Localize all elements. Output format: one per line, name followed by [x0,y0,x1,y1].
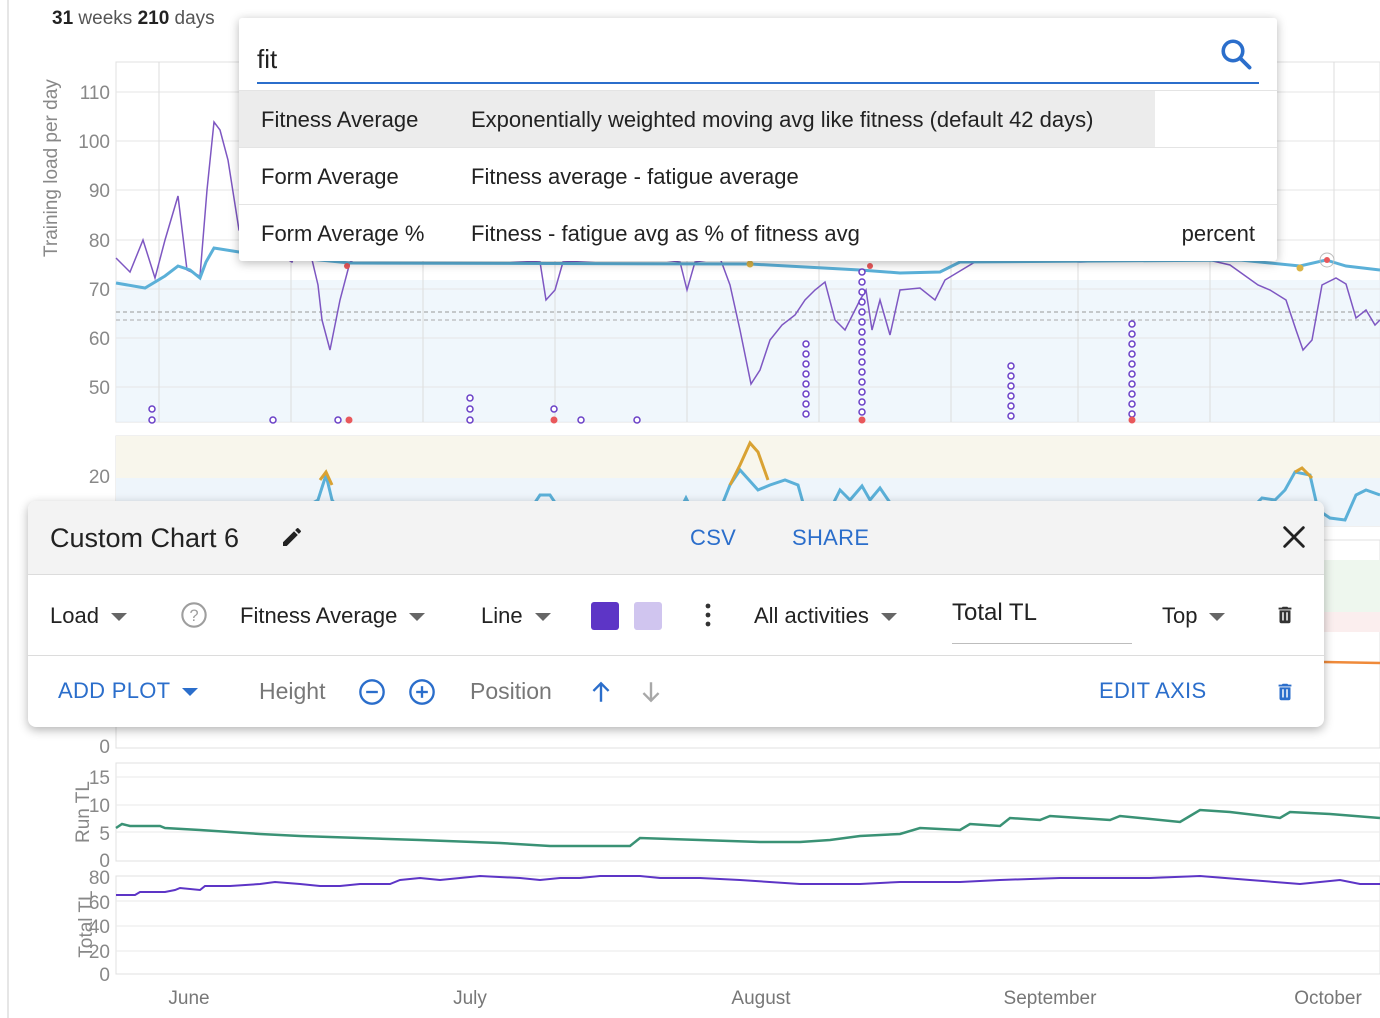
source-select[interactable]: Load [50,603,127,629]
delete-plot-icon[interactable] [1274,603,1296,627]
option-description: Exponentially weighted moving avg like f… [471,107,1094,132]
y-tick: 0 [99,965,110,986]
run-tl-chart: Run TL 15 10 5 0 [73,762,1380,872]
custom-chart-editor: Custom Chart 6 CSV SHARE Load ? Fitness … [28,501,1324,727]
chevron-down-icon [534,613,551,622]
metric-select[interactable]: Fitness Average [240,603,426,629]
activity-filter-select[interactable]: All activities [754,603,897,629]
chart-type-value: Line [481,603,523,628]
chevron-down-icon [110,613,127,622]
y-tick: 20 [89,467,110,488]
y-tick: 100 [78,132,110,153]
y-tick: 80 [89,868,110,889]
y-tick: 50 [89,378,110,399]
plot-config-row: Load ? Fitness Average Line All activiti… [28,575,1324,656]
position-label: Position [470,678,552,704]
weeks-count: 31 [52,8,74,29]
chevron-down-icon [409,613,426,622]
chevron-down-icon [1209,613,1226,622]
position-select[interactable]: Top [1162,603,1226,629]
search-underline [257,82,1259,84]
primary-color-swatch[interactable] [591,602,619,630]
share-button[interactable]: SHARE [792,525,869,551]
y-tick: 40 [89,917,110,938]
y-tick: 60 [89,329,110,350]
y-tick: 10 [89,796,110,817]
height-label: Height [259,678,326,704]
x-tick-month: October [1294,988,1362,1009]
option-description: Fitness average - fatigue average [471,164,799,189]
y-tick: 70 [89,280,110,301]
metric-search-input[interactable] [257,40,1217,78]
y-tick: 110 [80,83,110,104]
chevron-down-icon [880,613,897,622]
y-tick: 80 [89,231,110,252]
chart-title: Custom Chart 6 [50,523,240,553]
position-value: Top [1162,603,1198,628]
close-icon[interactable] [1280,523,1308,551]
svg-text:?: ? [189,607,198,625]
option-unit: percent [1181,221,1255,246]
x-tick-month: June [168,988,209,1009]
pencil-icon[interactable] [280,525,304,549]
secondary-color-swatch[interactable] [634,602,662,630]
help-icon[interactable]: ? [180,601,208,629]
y-tick: 0 [99,737,110,758]
option-description: Fitness - fatigue avg as % of fitness av… [471,221,860,246]
y-tick: 20 [89,942,110,963]
option-name: Form Average % [261,221,425,246]
arrow-up-icon[interactable] [588,678,614,706]
edit-axis-button[interactable]: EDIT AXIS [1099,678,1206,704]
card-header: Custom Chart 6 CSV SHARE [28,501,1324,575]
axis-label-field [952,595,1132,644]
delete-chart-icon[interactable] [1274,680,1296,704]
source-value: Load [50,603,99,628]
metric-value: Fitness Average [240,603,398,628]
chart-type-select[interactable]: Line [481,603,551,629]
more-vert-icon[interactable] [696,601,720,629]
axis-label-input[interactable] [952,595,1132,631]
add-plot-button[interactable]: ADD PLOT [58,678,199,704]
add-plot-label: ADD PLOT [58,678,171,703]
y-tick: 60 [89,893,110,914]
days-count: 210 [137,8,170,29]
weeks-unit: weeks [78,8,133,29]
range-summary: 31 weeks 210 days [52,8,215,30]
search-option[interactable]: Fitness Average Exponentially weighted m… [239,90,1277,148]
increase-height-icon[interactable] [408,678,436,706]
search-option[interactable]: Form Average Fitness average - fatigue a… [239,147,1277,205]
arrow-down-icon[interactable] [638,678,664,706]
y-tick: 15 [89,768,110,789]
search-option[interactable]: Form Average % Fitness - fatigue avg as … [239,204,1277,262]
decrease-height-icon[interactable] [358,678,386,706]
search-icon[interactable] [1218,36,1254,72]
x-tick-month: July [453,988,487,1009]
csv-button[interactable]: CSV [690,525,736,551]
option-name: Form Average [261,164,399,189]
y-tick: 90 [89,181,110,202]
x-tick-month: September [1004,988,1098,1009]
activity-filter-value: All activities [754,603,869,628]
option-name: Fitness Average [261,107,419,132]
y-tick: 5 [99,824,110,845]
y-axis-label: Training load per day [41,79,62,257]
days-unit: days [174,8,215,29]
total-tl-chart: Total TL 80 60 40 20 0 June July August … [76,868,1380,1009]
metric-search-popup: Fitness Average Exponentially weighted m… [239,18,1277,261]
x-tick-month: August [731,988,791,1009]
chevron-down-icon [182,688,199,697]
chart-actions-row: ADD PLOT Height Position EDIT AXIS [28,656,1324,727]
